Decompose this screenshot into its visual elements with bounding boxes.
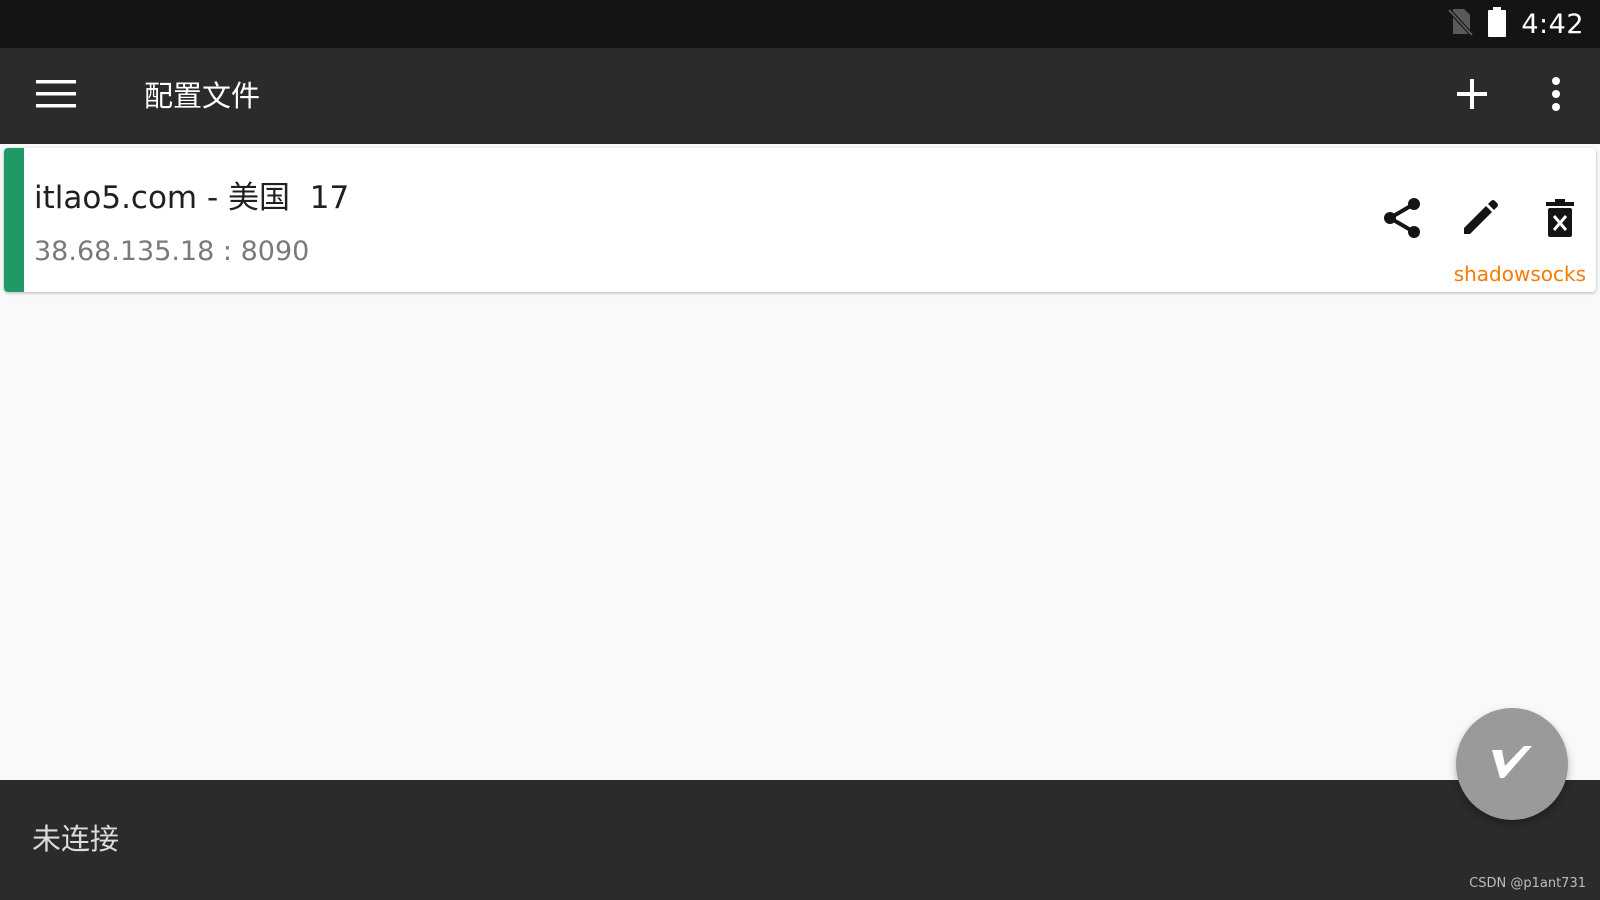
connection-status-bar[interactable]: 未连接 CSDN @p1ant731 xyxy=(0,780,1600,900)
add-server-button[interactable] xyxy=(1444,72,1500,120)
v2ray-logo-icon xyxy=(1490,742,1534,786)
watermark: CSDN @p1ant731 xyxy=(1469,876,1586,891)
status-bar: 4:42 xyxy=(0,0,1600,48)
selected-indicator xyxy=(4,148,24,292)
connection-status: 未连接 xyxy=(32,822,120,856)
server-list: itlao5.com - 美国 17 38.68.135.18 : 8090 s… xyxy=(0,144,1600,780)
app-toolbar: 配置文件 xyxy=(0,48,1600,144)
menu-button[interactable] xyxy=(26,70,86,122)
hamburger-menu-icon xyxy=(36,79,76,113)
plus-icon xyxy=(1456,78,1488,114)
battery-icon xyxy=(1487,7,1507,41)
server-item[interactable]: itlao5.com - 美国 17 38.68.135.18 : 8090 s… xyxy=(4,148,1596,292)
server-name: itlao5.com - 美国 17 xyxy=(34,180,350,216)
share-button[interactable] xyxy=(1372,192,1432,248)
delete-icon xyxy=(1545,199,1575,241)
server-address: 38.68.135.18 : 8090 xyxy=(34,236,310,267)
connect-fab[interactable] xyxy=(1456,708,1568,820)
page-title: 配置文件 xyxy=(144,79,261,113)
edit-icon xyxy=(1460,198,1500,242)
status-time: 4:42 xyxy=(1521,8,1584,40)
server-type-label: shadowsocks xyxy=(1453,262,1586,286)
status-icons: 4:42 xyxy=(1447,0,1584,48)
delete-button[interactable] xyxy=(1530,192,1590,248)
share-icon xyxy=(1382,197,1422,243)
no-sim-icon xyxy=(1447,7,1474,41)
more-vertical-icon xyxy=(1551,77,1561,115)
overflow-menu-button[interactable] xyxy=(1530,72,1582,120)
edit-button[interactable] xyxy=(1450,192,1510,248)
